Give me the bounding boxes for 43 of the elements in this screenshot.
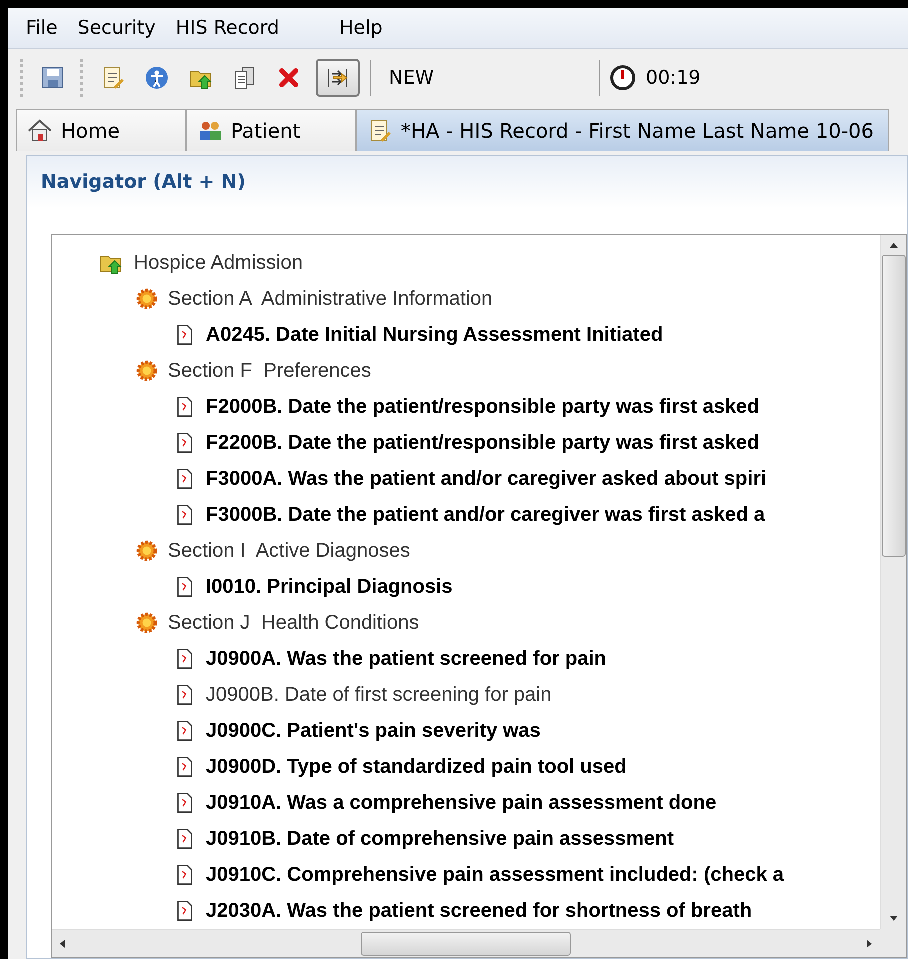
tree-item[interactable]: Section J Health Conditions — [168, 612, 420, 634]
timer-text: 00:19 — [646, 67, 701, 89]
tree-item[interactable]: Section A Administrative Information — [168, 288, 493, 310]
house-icon — [27, 118, 53, 144]
scroll-left-icon[interactable] — [58, 938, 68, 948]
tree-item[interactable]: J0900D. Type of standardized pain tool used — [206, 756, 627, 778]
tree-item[interactable]: Hospice Admission — [134, 252, 303, 274]
tree-item[interactable]: J0910B. Date of comprehensive pain assessment — [206, 828, 674, 850]
menu-item[interactable]: File — [16, 17, 68, 39]
scroll-down-icon[interactable] — [888, 913, 898, 923]
tree-item[interactable]: J0900A. Was the patient screened for pain — [206, 648, 606, 670]
tree-item[interactable]: J0900C. Patient's pain severity was — [206, 720, 541, 742]
tree-item[interactable]: F2000B. Date the patient/responsible party was first asked — [206, 396, 760, 418]
tree-item[interactable]: I0010. Principal Diagnosis — [206, 576, 453, 598]
gear-icon — [136, 360, 158, 382]
tree-item[interactable]: A0245. Date Initial Nursing Assessment Initiated — [206, 324, 664, 346]
gear-icon — [136, 540, 158, 562]
tree-item[interactable]: Section I Active Diagnoses — [168, 540, 410, 562]
panel-title: Navigator (Alt + N) — [41, 171, 246, 193]
menu-item[interactable]: Help — [329, 17, 393, 39]
menu-item[interactable]: HIS Record — [166, 17, 290, 39]
tree-item[interactable]: F3000B. Date the patient and/or caregiver was first asked a — [206, 504, 766, 526]
person-icon — [144, 65, 170, 91]
tab[interactable]: Patient — [186, 109, 356, 151]
tree-item[interactable]: J0900B. Date of first screening for pain — [206, 684, 552, 706]
tree-item[interactable]: J2030A. Was the patient screened for shortness of breath — [206, 900, 752, 922]
horizontal-scrollbar[interactable] — [52, 929, 880, 957]
toolbar-button[interactable] — [316, 59, 360, 97]
tab[interactable]: *HA - HIS Record - First Name Last Name 10-06 — [356, 109, 889, 151]
tree-item[interactable]: Section F Preferences — [168, 360, 372, 382]
stopwatch-icon — [610, 65, 636, 91]
tree-item[interactable]: J0910A. Was a comprehensive pain assessment done — [206, 792, 717, 814]
tree-item[interactable]: F3000A. Was the patient and/or caregiver asked about spiri — [206, 468, 767, 490]
record-status: NEW — [388, 67, 436, 89]
scroll-right-icon[interactable] — [864, 938, 874, 948]
tree-item[interactable]: F2200B. Date the patient/responsible party was first asked — [206, 432, 760, 454]
vertical-scrollbar[interactable] — [880, 235, 906, 929]
gear-icon — [136, 288, 158, 310]
scroll-up-icon[interactable] — [888, 241, 898, 251]
menu-item[interactable]: Security — [68, 17, 166, 39]
tab[interactable]: Home — [16, 109, 186, 151]
tree-item[interactable]: J0910C. Comprehensive pain assessment included: (check a — [206, 864, 784, 886]
gear-icon — [136, 612, 158, 634]
